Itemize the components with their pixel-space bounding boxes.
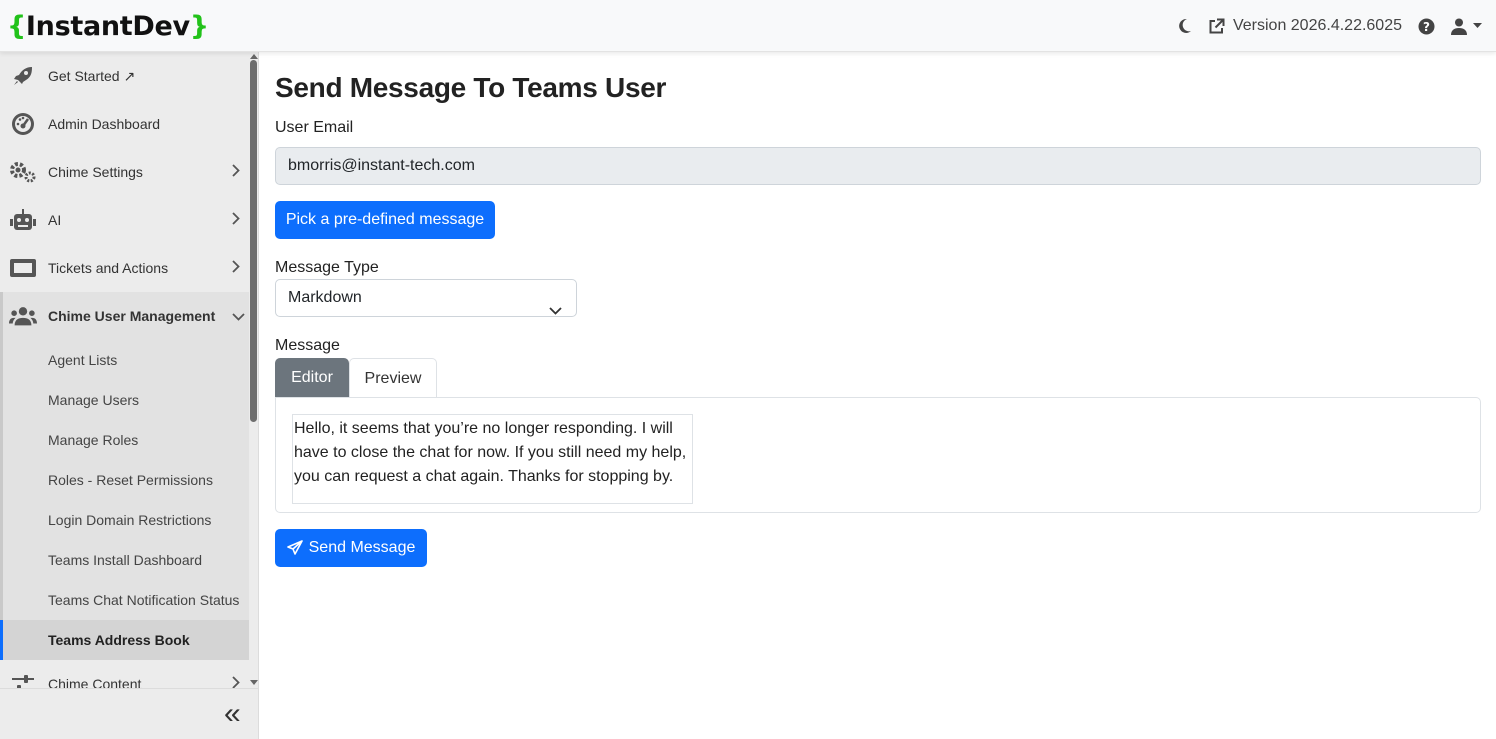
sidebar-item-chime-settings[interactable]: Chime Settings xyxy=(0,148,249,196)
message-editor-panel: Hello, it seems that you’re no longer re… xyxy=(275,397,1481,513)
robot-icon xyxy=(9,206,37,234)
chevron-right-icon xyxy=(232,164,240,180)
chevron-down-icon xyxy=(232,308,245,324)
send-message-button[interactable]: Send Message xyxy=(275,529,427,567)
sidebar-item-get-started[interactable]: Get Started ↗ xyxy=(0,52,249,100)
sidebar-item-label: AI xyxy=(48,212,62,228)
sidebar-footer: « xyxy=(0,688,258,739)
email-label: User Email xyxy=(275,119,354,136)
sidebar-item-user-management[interactable]: Chime User Management xyxy=(0,292,249,340)
message-type-label: Message Type xyxy=(275,259,379,276)
sidebar-scroll-down[interactable] xyxy=(250,680,258,685)
message-type-select[interactable]: Markdown xyxy=(275,279,577,317)
sidebar-scroll-up[interactable] xyxy=(250,54,258,59)
sidebar-subitem-label: Agent Lists xyxy=(48,352,118,368)
brand-brace-open: { xyxy=(7,11,26,42)
svg-text:?: ? xyxy=(1423,19,1430,33)
paper-plane-icon xyxy=(286,540,303,556)
external-link-icon[interactable] xyxy=(1208,18,1225,35)
sidebar-subitem-teams-chat-status[interactable]: Teams Chat Notification Status xyxy=(0,580,249,620)
chevron-down-icon xyxy=(549,293,562,329)
sidebar-subitem-label: Teams Install Dashboard xyxy=(48,552,203,568)
sidebar-subitem-label: Teams Chat Notification Status xyxy=(48,592,240,608)
sidebar-item-label: Admin Dashboard xyxy=(48,116,161,132)
page-title: Send Message To Teams User xyxy=(275,72,667,103)
send-message-label: Send Message xyxy=(308,539,416,556)
sidebar-scrollbar[interactable] xyxy=(250,60,257,422)
rocket-icon xyxy=(9,62,37,90)
sidebar-item-tickets[interactable]: Tickets and Actions xyxy=(0,244,249,292)
sidebar-item-label: Chime User Management xyxy=(48,308,216,324)
sidebar-item-label: Get Started ↗ xyxy=(48,67,136,84)
top-navbar: {InstantDev} Version 2026.4.22.6025 ? xyxy=(0,0,1496,52)
chevron-right-icon xyxy=(232,260,240,276)
version-label: Version 2026.4.22.6025 xyxy=(1232,17,1402,34)
ticket-icon xyxy=(9,254,37,282)
help-icon[interactable]: ? xyxy=(1418,18,1435,35)
pick-predefined-message-button[interactable]: Pick a pre-defined message xyxy=(275,201,495,239)
message-textarea[interactable]: Hello, it seems that you’re no longer re… xyxy=(292,414,693,504)
users-icon xyxy=(9,302,37,330)
sidebar-item-admin-dashboard[interactable]: Admin Dashboard xyxy=(0,100,249,148)
sidebar-subitem-label: Teams Address Book xyxy=(48,632,190,648)
collapse-sidebar-button[interactable]: « xyxy=(224,699,241,729)
sidebar-subitem-label: Manage Users xyxy=(48,392,140,408)
sidebar-subitem-label: Roles - Reset Permissions xyxy=(48,472,213,488)
brand-name: InstantDev xyxy=(25,11,190,42)
moon-icon[interactable] xyxy=(1178,18,1192,34)
sidebar-subitem-label: Login Domain Restrictions xyxy=(48,512,212,528)
sidebar: Get Started ↗ Admin Dashboard Chime Sett… xyxy=(0,52,259,739)
caret-down-icon[interactable] xyxy=(1473,23,1482,29)
sidebar-subitem-agent-lists[interactable]: Agent Lists xyxy=(0,340,249,380)
navbar-actions: Version 2026.4.22.6025 ? xyxy=(1178,0,1482,52)
sidebar-subitem-teams-address-book[interactable]: Teams Address Book xyxy=(0,620,249,660)
sidebar-item-label: Chime Settings xyxy=(48,164,143,180)
gauge-icon xyxy=(9,110,37,138)
chevron-right-icon xyxy=(232,212,240,228)
sidebar-subitem-label: Manage Roles xyxy=(48,432,139,448)
tab-editor[interactable]: Editor xyxy=(275,358,349,398)
sidebar-subitem-manage-users[interactable]: Manage Users xyxy=(0,380,249,420)
sidebar-subitem-manage-roles[interactable]: Manage Roles xyxy=(0,420,249,460)
user-icon[interactable] xyxy=(1451,18,1467,35)
sidebar-item-ai[interactable]: AI xyxy=(0,196,249,244)
message-label: Message xyxy=(275,337,340,354)
message-type-value: Markdown xyxy=(288,289,362,306)
sidebar-subitem-reset-permissions[interactable]: Roles - Reset Permissions xyxy=(0,460,249,500)
brand-brace-close: } xyxy=(189,11,209,42)
sidebar-subitem-teams-install[interactable]: Teams Install Dashboard xyxy=(0,540,249,580)
gears-icon xyxy=(9,158,37,186)
email-field: bmorris@instant-tech.com xyxy=(275,147,1481,185)
sidebar-item-label: Tickets and Actions xyxy=(48,260,169,276)
tab-preview[interactable]: Preview xyxy=(349,358,437,398)
sidebar-subitem-login-domain[interactable]: Login Domain Restrictions xyxy=(0,500,249,540)
brand-logo[interactable]: {InstantDev} xyxy=(7,11,209,42)
